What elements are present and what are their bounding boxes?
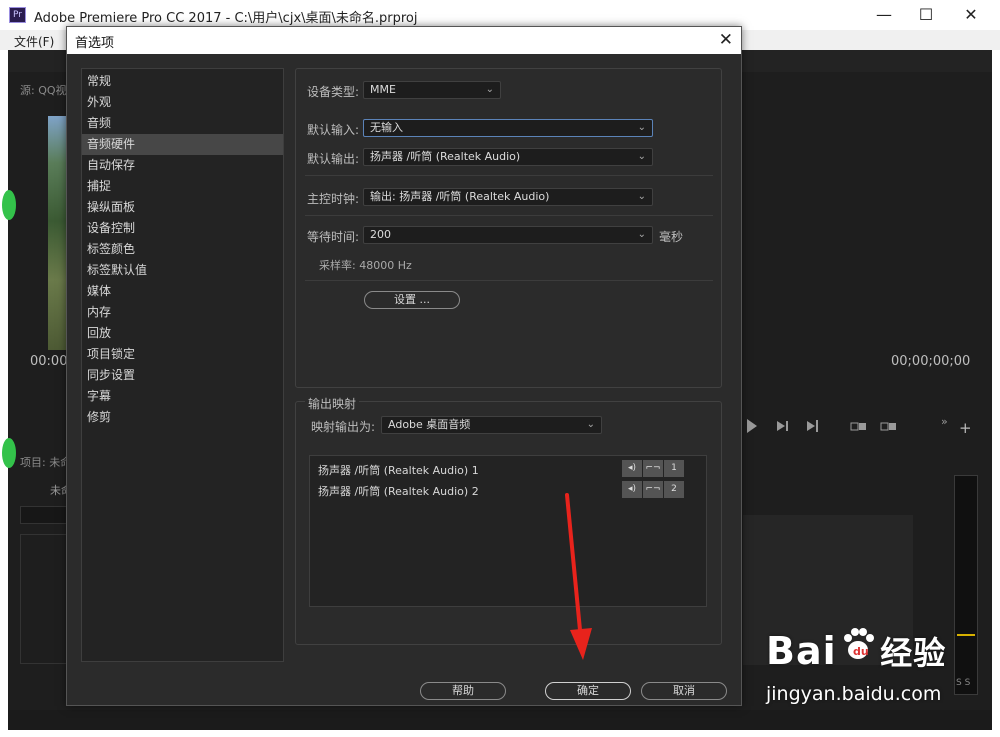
arrow-head <box>570 628 592 660</box>
baidu-paw-icon: du <box>840 626 876 662</box>
watermark-url: jingyan.baidu.com <box>766 683 942 705</box>
baidu-watermark: Bai du 经验 jingyan.baidu.com <box>766 626 947 705</box>
jingyan-wordmark: 经验 <box>880 634 947 672</box>
svg-text:du: du <box>853 645 869 658</box>
baidu-wordmark: Bai <box>766 629 837 673</box>
arrow-shaft <box>565 493 582 632</box>
